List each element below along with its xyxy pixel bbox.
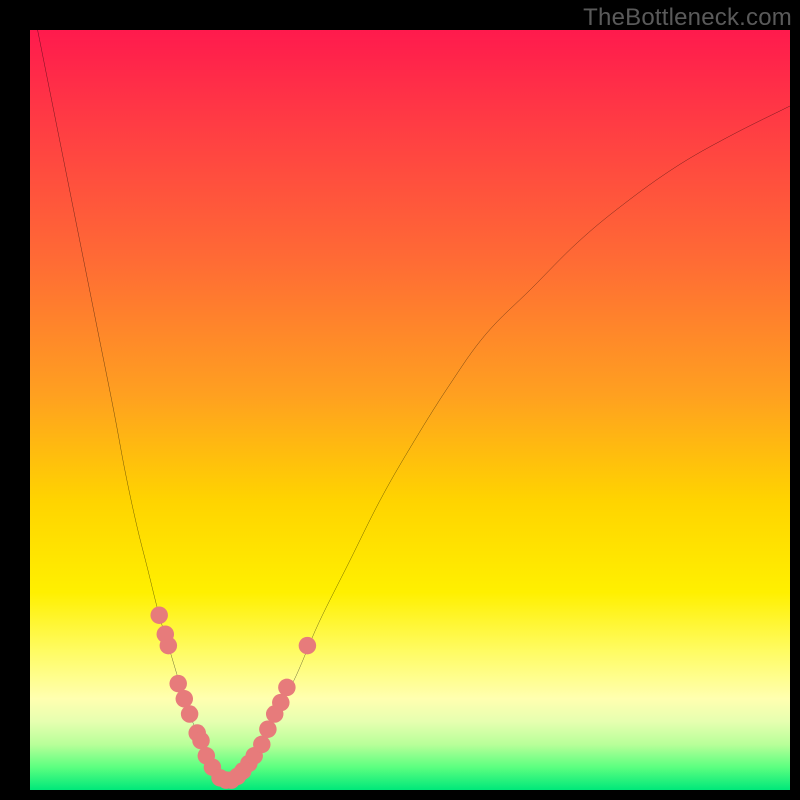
curve-markers (150, 606, 316, 788)
plot-area (30, 30, 790, 790)
marker-point (192, 732, 209, 749)
marker-point (259, 720, 276, 737)
marker-point (299, 637, 316, 654)
watermark-text: TheBottleneck.com (583, 4, 792, 32)
marker-point (272, 694, 289, 711)
bottleneck-curve (38, 30, 790, 781)
marker-point (176, 690, 193, 707)
marker-point (169, 675, 186, 692)
chart-frame: TheBottleneck.com (0, 0, 800, 800)
marker-point (150, 606, 167, 623)
marker-point (253, 736, 270, 753)
marker-point (181, 705, 198, 722)
chart-svg (30, 30, 790, 790)
marker-point (278, 679, 295, 696)
marker-point (160, 637, 177, 654)
